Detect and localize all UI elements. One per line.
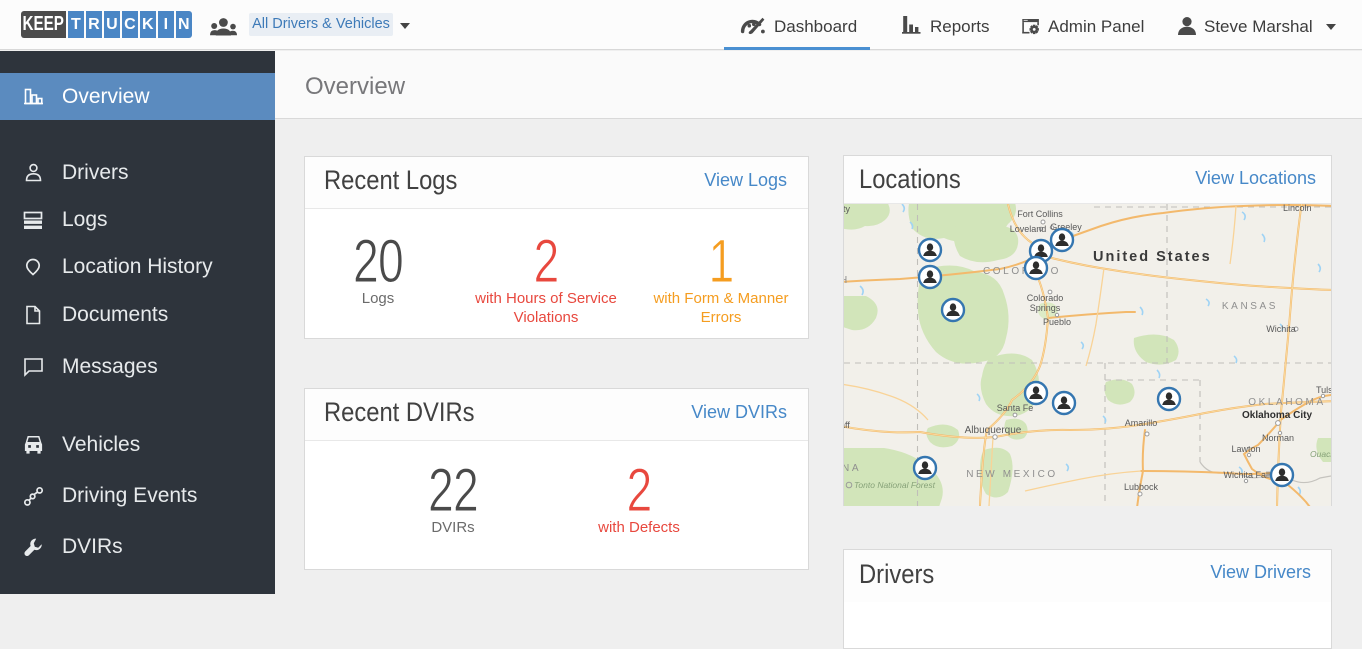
svg-text:Lubbock: Lubbock (1124, 482, 1159, 492)
svg-text:Colorado: Colorado (1027, 293, 1064, 303)
svg-text:OKLAHOMA: OKLAHOMA (1248, 397, 1325, 408)
svg-text:Amarillo: Amarillo (1125, 418, 1158, 428)
svg-text:H: H (844, 275, 850, 286)
svg-text:Wichita: Wichita (1266, 324, 1296, 334)
svg-text:Norman: Norman (1262, 433, 1294, 443)
svg-text:Springs: Springs (1030, 303, 1061, 313)
svg-text:Pueblo: Pueblo (1043, 317, 1071, 327)
svg-text:aff: aff (844, 420, 850, 430)
svg-text:Loveland: Loveland (1010, 224, 1047, 234)
svg-text:United States: United States (1093, 249, 1212, 265)
svg-text:Ouach: Ouach (1310, 449, 1331, 459)
svg-text:Santa Fe: Santa Fe (997, 403, 1034, 413)
svg-text:Fort Collins: Fort Collins (1017, 209, 1063, 219)
svg-text:Wichita Falls: Wichita Falls (1223, 470, 1275, 480)
svg-text:Albuquerque: Albuquerque (965, 425, 1022, 436)
svg-text:KANSAS: KANSAS (1222, 301, 1278, 312)
svg-text:Oklahoma City: Oklahoma City (1242, 410, 1312, 421)
svg-text:COLORADO: COLORADO (983, 266, 1061, 277)
svg-text:Tonto National Forest: Tonto National Forest (854, 480, 936, 490)
svg-text:Tulsa: Tulsa (1316, 385, 1331, 395)
svg-text:NEW MEXICO: NEW MEXICO (966, 469, 1058, 480)
svg-text:Lawton: Lawton (1231, 444, 1260, 454)
svg-text:NA: NA (844, 463, 861, 474)
svg-text:ity: ity (844, 204, 851, 214)
svg-text:Lincoln: Lincoln (1283, 204, 1312, 213)
